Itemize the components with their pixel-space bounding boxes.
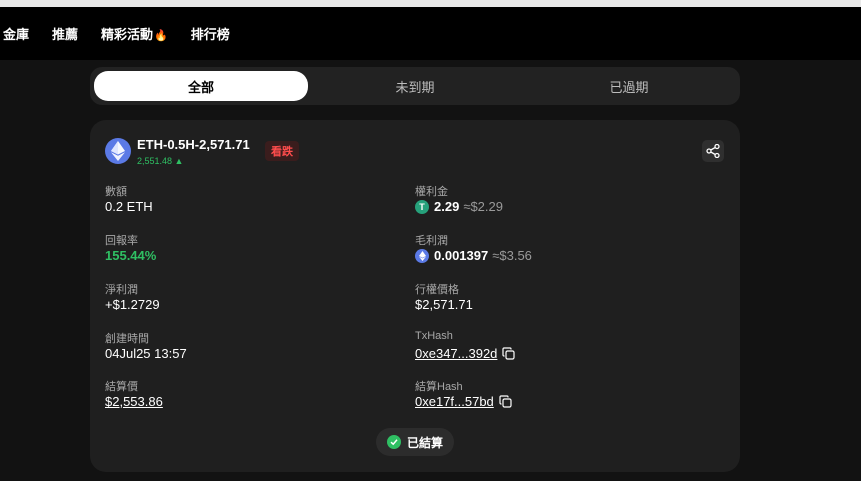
field-label: 創建時間	[105, 333, 149, 345]
nav-item-vault[interactable]: 金庫	[3, 24, 29, 43]
current-price: 2,551.48 ▲	[137, 156, 184, 166]
nav-item-events[interactable]: 精彩活動🔥	[101, 24, 168, 43]
field-label: 數額	[105, 186, 127, 198]
settlement-price-link[interactable]: $2,553.86	[105, 394, 163, 409]
share-icon	[706, 144, 720, 158]
txhash-link[interactable]: 0xe347...392d	[415, 346, 497, 361]
gross-profit-amount: 0.001397	[434, 248, 489, 263]
flame-icon: 🔥	[154, 30, 168, 42]
nav-item-label: 推薦	[52, 27, 79, 42]
field-amount: 數額 0.2 ETH	[105, 183, 153, 214]
field-label: 結算Hash	[415, 381, 463, 393]
field-strike-price: 行權價格 $2,571.71	[415, 281, 473, 312]
field-settlement-hash: 結算Hash 0xe17f...57bd	[415, 378, 512, 409]
premium-amount: 2.29	[434, 199, 460, 214]
nav-item-label: 金庫	[3, 27, 30, 42]
field-value: +$1.2729	[105, 297, 160, 312]
field-txhash: TxHash 0xe347...392d	[415, 330, 516, 361]
product-title: ETH-0.5H-2,571.71	[137, 137, 250, 152]
field-settlement-price: 結算價 $2,553.86	[105, 378, 163, 409]
field-net-profit: 淨利潤 +$1.2729	[105, 281, 160, 312]
filter-tabs: 全部 未到期 已過期	[90, 67, 740, 105]
field-label: 回報率	[105, 235, 138, 247]
field-value: 0.2 ETH	[105, 199, 153, 214]
top-nav: 金庫 推薦 精彩活動🔥 排行榜	[0, 7, 861, 60]
field-gross-profit: 毛利潤 0.001397 ≈$3.56	[415, 232, 532, 263]
status-label: 已結算	[406, 435, 443, 450]
field-label: 結算價	[105, 381, 138, 393]
premium-approx: ≈$2.29	[463, 199, 503, 214]
field-label: 權利金	[415, 186, 448, 198]
tab-not-expired[interactable]: 未到期	[308, 71, 522, 101]
field-value: 155.44%	[105, 248, 157, 263]
nav-item-label: 排行榜	[190, 27, 230, 42]
settled-status-badge: 已結算	[376, 428, 454, 456]
nav-item-referral[interactable]: 推薦	[52, 24, 78, 43]
eth-logo-icon	[105, 138, 131, 164]
share-button[interactable]	[702, 140, 724, 162]
check-circle-icon	[386, 435, 401, 449]
field-premium: 權利金 T 2.29 ≈$2.29	[415, 183, 503, 214]
field-return-rate: 回報率 155.44%	[105, 232, 156, 263]
browser-top-strip	[0, 0, 861, 7]
usdt-icon: T	[415, 199, 429, 214]
settlement-hash-link[interactable]: 0xe17f...57bd	[415, 394, 494, 409]
order-card: ETH-0.5H-2,571.71 2,551.48 ▲ 看跌 數額 0.2 E…	[90, 120, 740, 472]
nav-item-label: 精彩活動	[101, 27, 154, 42]
direction-badge: 看跌	[265, 141, 299, 161]
field-label: 淨利潤	[105, 284, 138, 296]
eth-icon	[415, 248, 429, 263]
copy-icon[interactable]	[499, 395, 512, 408]
field-label: 毛利潤	[415, 235, 448, 247]
field-label: TxHash	[415, 330, 453, 342]
tab-expired[interactable]: 已過期	[522, 71, 736, 101]
gross-profit-approx: ≈$3.56	[492, 248, 532, 263]
field-value: 04Jul25 13:57	[105, 346, 187, 361]
tab-all[interactable]: 全部	[94, 71, 308, 101]
field-value: $2,571.71	[415, 297, 473, 312]
field-created-time: 創建時間 04Jul25 13:57	[105, 330, 187, 361]
field-label: 行權價格	[415, 284, 459, 296]
nav-item-leaderboard[interactable]: 排行榜	[191, 24, 230, 43]
copy-icon[interactable]	[502, 347, 516, 360]
